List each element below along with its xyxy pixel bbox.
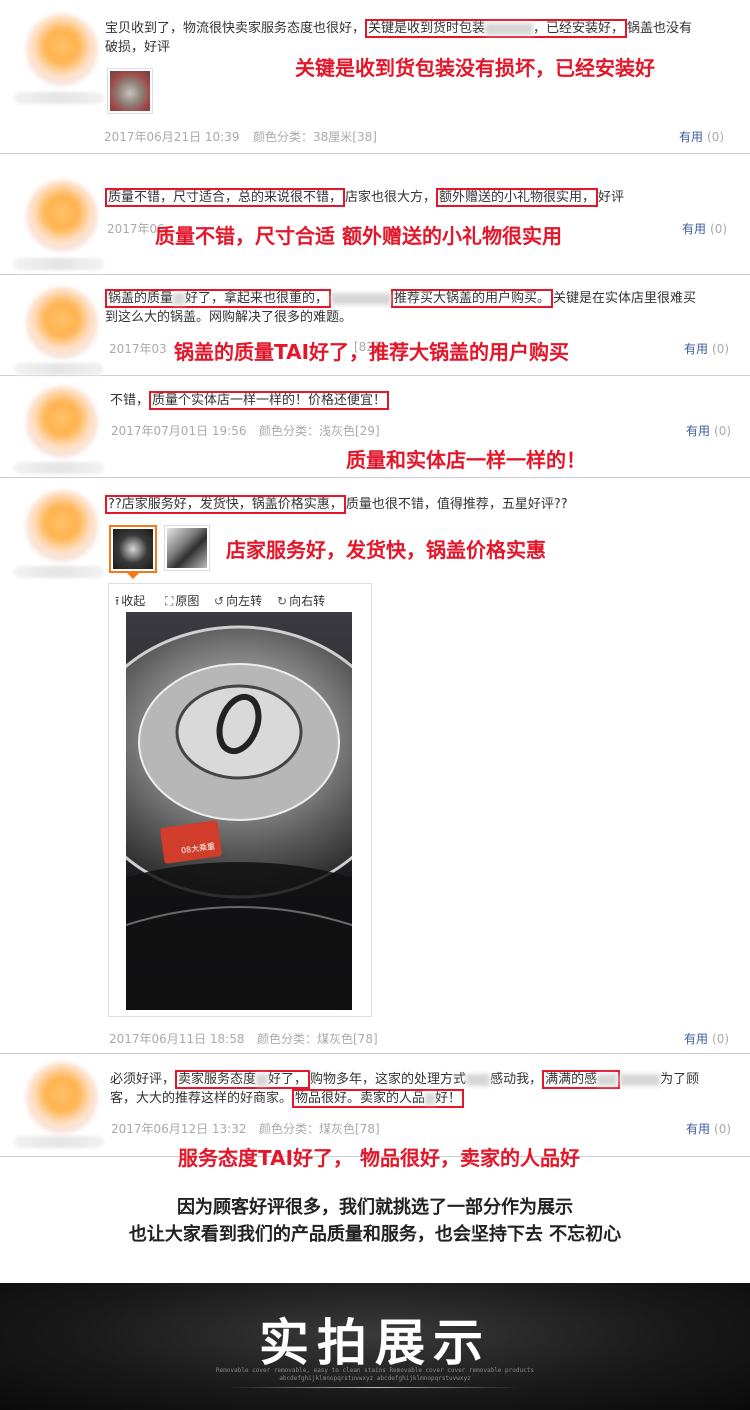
useful-button[interactable]: 有用 (0) xyxy=(679,128,724,145)
review-variant: 颜色分类：煤灰色[78] xyxy=(257,1032,378,1046)
review-text: 锅盖的质量 好了，拿起来也很重的， 推荐买大锅盖的用户购买。 关键是在实体店里很难买 … xyxy=(105,289,697,325)
rotate-left-icon: ↺ xyxy=(214,594,225,608)
review-variant: 颜色分类：38厘米[38] xyxy=(253,130,377,144)
username-blurred xyxy=(14,1136,104,1148)
username-blurred xyxy=(14,566,104,578)
banner-subtitle-2: abcdefghijklmnopqrstuvwxyz abcdefghijklm… xyxy=(279,1375,471,1382)
review-date: 2017年06月11日 18:58 xyxy=(109,1032,245,1046)
callout-annotation: 店家服务好，发货快，锅盖价格实惠 xyxy=(226,538,546,562)
avatar xyxy=(26,1062,98,1134)
highlight-box: 推荐买大锅盖的用户购买。 xyxy=(391,289,554,308)
section-banner: 实拍展示 Removable cover removable, easy to … xyxy=(0,1283,750,1410)
footer-note-line1: 因为顾客好评很多，我们就挑选了一部分作为展示 xyxy=(177,1197,573,1218)
review-text: ??店家服务好，发货快，锅盖价格实惠， 质量也很不错，值得推荐，五星好评?? xyxy=(105,495,568,514)
highlight-box: 物品很好。卖家的人品 好！ xyxy=(292,1089,465,1108)
collapse-icon: ⭱ xyxy=(115,594,120,608)
username-blurred xyxy=(14,462,104,474)
original-image-button[interactable]: ⛶ 原图 xyxy=(165,592,199,609)
avatar xyxy=(26,386,98,458)
expand-icon: ⛶ xyxy=(165,594,174,608)
highlight-box: 锅盖的质量 好了，拿起来也很重的， xyxy=(105,289,332,308)
rotate-right-icon: ↻ xyxy=(277,594,288,608)
review-date: 2017年06月12日 13:32 xyxy=(111,1122,247,1136)
useful-button[interactable]: 有用 (0) xyxy=(686,1120,731,1137)
thumbnail-selected-arrow xyxy=(127,573,139,579)
useful-button[interactable]: 有用 (0) xyxy=(684,1030,729,1047)
review-date: 2017年06月21日 10:39 xyxy=(104,130,240,144)
rotate-left-button[interactable]: ↺ 向左转 xyxy=(214,592,262,609)
avatar xyxy=(26,287,98,359)
avatar xyxy=(26,14,98,86)
highlight-box: ??店家服务好，发货快，锅盖价格实惠， xyxy=(105,495,346,514)
banner-subtitle-1: Removable cover removable, easy to clean… xyxy=(216,1367,534,1374)
review-photo-thumbnail-selected[interactable] xyxy=(109,525,157,573)
review-item: 锅盖的质量 好了，拿起来也很重的， 推荐买大锅盖的用户购买。 关键是在实体店里很难买 … xyxy=(0,275,750,376)
review-date: 2017年03 xyxy=(109,342,167,356)
username-blurred xyxy=(14,92,104,104)
review-item: 不错， 质量个实体店一样一样的！价格还便宜！ 2017年07月01日 19:56 … xyxy=(0,376,750,478)
rotate-right-button[interactable]: ↻ 向右转 xyxy=(277,592,325,609)
callout-annotation: 质量不错，尺寸合适 额外赠送的小礼物很实用 xyxy=(155,224,562,248)
review-photo-thumbnail[interactable] xyxy=(164,525,210,571)
review-date: 2017年07月01日 19:56 xyxy=(111,424,247,438)
useful-button[interactable]: 有用 (0) xyxy=(682,220,727,237)
highlight-box: 卖家服务态度 好了， xyxy=(175,1070,311,1089)
review-item: 宝贝收到了，物流很快卖家服务态度也很好， 关键是收到货时包装 ，已经安装好， 锅盖也没… xyxy=(0,0,750,154)
collapse-button[interactable]: ⭱ 收起 xyxy=(115,592,145,613)
pot-lid-photo: 08大乘重 xyxy=(126,612,352,1010)
username-blurred xyxy=(14,363,104,375)
callout-annotation: 质量和实体店一样一样的！ xyxy=(346,448,586,472)
review-photo-thumbnail[interactable] xyxy=(107,68,153,114)
review-text: 必须好评， 卖家服务态度 好了， 购物多年，这家的处理方式 感动我， 满满的感 为了顾 客，… xyxy=(110,1070,700,1108)
highlight-box: 关键是收到货时包装 ，已经安装好， xyxy=(365,19,628,38)
highlight-box: 质量不错，尺寸适合，总的来说很不错， xyxy=(105,188,346,207)
review-text: 质量不错，尺寸适合，总的来说很不错， 店家也很大方， 额外赠送的小礼物很实用， 好评 xyxy=(105,188,624,207)
highlight-box: 满满的感 xyxy=(542,1070,621,1089)
callout-annotation: 服务态度TAI好了， 物品很好，卖家的人品好 xyxy=(178,1146,580,1170)
banner-title: 实拍展示 xyxy=(259,1313,491,1372)
review-item: ??店家服务好，发货快，锅盖价格实惠， 质量也很不错，值得推荐，五星好评?? 店家… xyxy=(0,478,750,1054)
review-variant: 颜色分类：煤灰色[78] xyxy=(259,1122,380,1136)
username-blurred xyxy=(14,258,104,270)
review-item: 质量不错，尺寸适合，总的来说很不错， 店家也很大方， 额外赠送的小礼物很实用， 好评 … xyxy=(0,154,750,275)
banner-divider xyxy=(230,1387,520,1388)
review-photo-large: 08大乘重 xyxy=(126,612,352,1010)
footer-note-line2: 也让大家看到我们的产品质量和服务，也会坚持下去 不忘初心 xyxy=(128,1224,622,1245)
useful-button[interactable]: 有用 (0) xyxy=(686,422,731,439)
review-item: 必须好评， 卖家服务态度 好了， 购物多年，这家的处理方式 感动我， 满满的感 为了顾 客，… xyxy=(0,1054,750,1170)
avatar xyxy=(26,180,98,252)
callout-annotation: 锅盖的质量TAI好了，推荐大锅盖的用户购买 xyxy=(174,340,570,364)
useful-button[interactable]: 有用 (0) xyxy=(684,340,729,357)
highlight-box: 质量个实体店一样一样的！价格还便宜！ xyxy=(149,391,390,410)
avatar xyxy=(26,490,98,562)
photo-viewer: ⭱ 收起 ⛶ 原图 ↺ 向左转 ↻ 向右转 08大乘重 xyxy=(108,583,372,1017)
highlight-box: 额外赠送的小礼物很实用， xyxy=(436,188,599,207)
review-variant: 颜色分类：浅灰色[29] xyxy=(259,424,380,438)
callout-annotation: 关键是收到货包装没有损坏，已经安装好 xyxy=(295,56,655,80)
review-text: 不错， 质量个实体店一样一样的！价格还便宜！ xyxy=(110,391,390,410)
